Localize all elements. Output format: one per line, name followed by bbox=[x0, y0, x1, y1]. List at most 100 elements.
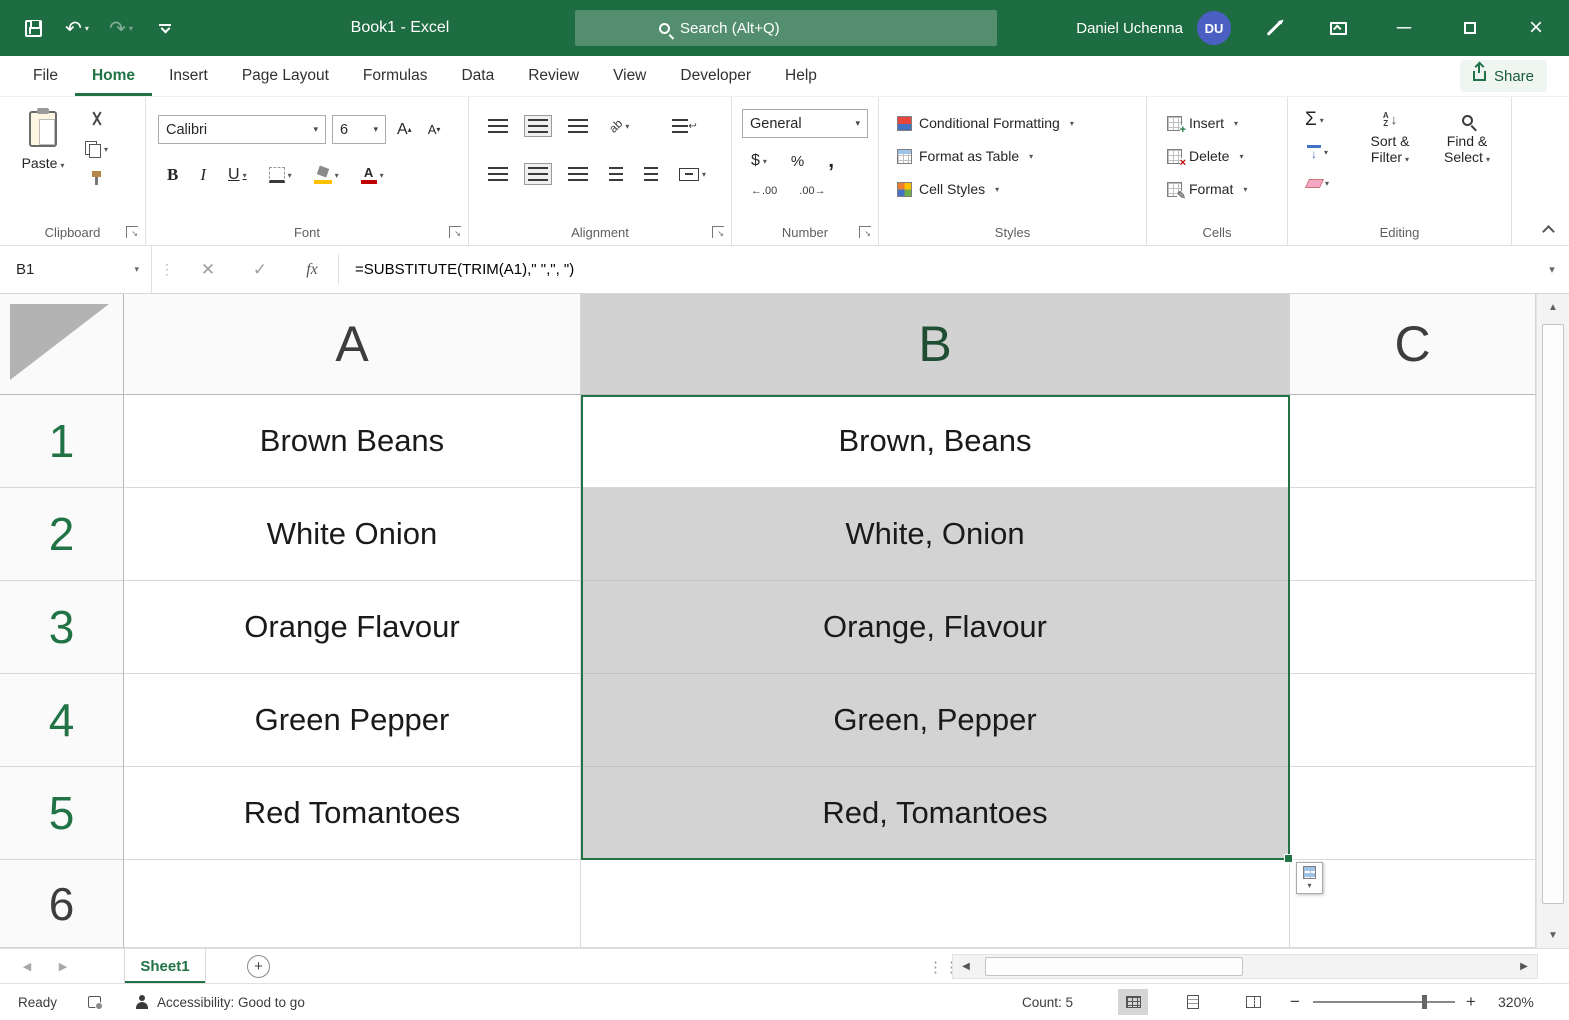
row-header-5[interactable]: 5 bbox=[0, 767, 124, 860]
row-header-6[interactable]: 6 bbox=[0, 860, 124, 948]
cell-C4[interactable] bbox=[1290, 674, 1536, 767]
cell-A5[interactable]: Red Tomantoes bbox=[124, 767, 581, 860]
tab-page-layout[interactable]: Page Layout bbox=[225, 56, 346, 96]
font-name-combobox[interactable]: Calibri bbox=[158, 115, 326, 144]
orientation-button[interactable]: ab bbox=[604, 117, 634, 135]
cell-A1[interactable]: Brown Beans bbox=[124, 395, 581, 488]
decrease-font-size-button[interactable]: A bbox=[423, 120, 446, 139]
font-color-button[interactable]: A bbox=[356, 164, 389, 186]
column-header-C[interactable]: C bbox=[1290, 294, 1536, 395]
close-button[interactable]: × bbox=[1503, 0, 1569, 56]
tab-insert[interactable]: Insert bbox=[152, 56, 225, 96]
cell-C2[interactable] bbox=[1290, 488, 1536, 581]
formula-input[interactable]: =SUBSTITUTE(TRIM(A1)," ",", ") bbox=[339, 246, 1535, 293]
share-button[interactable]: Share bbox=[1460, 60, 1547, 92]
row-header-1[interactable]: 1 bbox=[0, 395, 124, 488]
zoom-slider-track[interactable] bbox=[1313, 1001, 1455, 1003]
redo-button[interactable]: ↷▾ bbox=[102, 8, 140, 48]
zoom-out-button[interactable]: − bbox=[1290, 984, 1300, 1020]
font-size-combobox[interactable]: 6 bbox=[332, 115, 386, 144]
cell-B1[interactable]: Brown, Beans bbox=[581, 395, 1290, 488]
maximize-button[interactable] bbox=[1437, 0, 1503, 56]
sheet-tab-sheet1[interactable]: Sheet1 bbox=[124, 949, 206, 984]
vertical-scrollbar-thumb[interactable] bbox=[1542, 324, 1564, 904]
column-header-A[interactable]: A bbox=[124, 294, 581, 395]
underline-button[interactable]: U bbox=[223, 164, 252, 186]
increase-indent-button[interactable] bbox=[639, 165, 663, 183]
row-header-3[interactable]: 3 bbox=[0, 581, 124, 674]
cell-B2[interactable]: White, Onion bbox=[581, 488, 1290, 581]
formula-bar-expand-button[interactable]: ▾ bbox=[1535, 246, 1569, 293]
tab-help[interactable]: Help bbox=[768, 56, 834, 96]
minimize-button[interactable]: ─ bbox=[1371, 0, 1437, 56]
cell-A6[interactable] bbox=[124, 860, 581, 948]
avatar[interactable]: DU bbox=[1197, 11, 1231, 45]
top-align-button[interactable] bbox=[483, 117, 513, 135]
number-format-combobox[interactable]: General bbox=[742, 109, 868, 138]
conditional-formatting-button[interactable]: Conditional Formatting bbox=[891, 109, 1080, 137]
autofill-options-button[interactable]: ▾ bbox=[1296, 862, 1323, 894]
cell-A3[interactable]: Orange Flavour bbox=[124, 581, 581, 674]
clipboard-dialog-launcher[interactable]: ↘ bbox=[126, 226, 138, 238]
tab-home[interactable]: Home bbox=[75, 56, 152, 96]
cell-C3[interactable] bbox=[1290, 581, 1536, 674]
new-sheet-button[interactable]: + bbox=[247, 955, 270, 978]
scroll-right-button[interactable]: ▶ bbox=[1511, 955, 1537, 978]
wrap-text-button[interactable]: ↩ bbox=[667, 117, 701, 135]
insert-function-button[interactable]: fx bbox=[286, 246, 338, 293]
normal-view-button[interactable] bbox=[1118, 989, 1148, 1015]
delete-cells-button[interactable]: ×Delete bbox=[1161, 142, 1249, 170]
bold-button[interactable]: B bbox=[162, 163, 183, 187]
scroll-left-button[interactable]: ◀ bbox=[953, 955, 979, 978]
center-button[interactable] bbox=[524, 163, 552, 185]
tab-data[interactable]: Data bbox=[444, 56, 511, 96]
decrease-decimal-button[interactable]: .00→ bbox=[794, 183, 830, 199]
copy-button[interactable] bbox=[80, 139, 113, 159]
merge-center-button[interactable] bbox=[674, 166, 711, 183]
tab-review[interactable]: Review bbox=[511, 56, 596, 96]
cut-button[interactable] bbox=[80, 109, 113, 129]
cell-A4[interactable]: Green Pepper bbox=[124, 674, 581, 767]
align-right-button[interactable] bbox=[563, 165, 593, 183]
accessibility-status[interactable]: Accessibility: Good to go bbox=[135, 984, 305, 1020]
comma-style-button[interactable]: , bbox=[823, 147, 839, 175]
fill-button[interactable]: ↓ bbox=[1302, 143, 1333, 161]
cell-B3[interactable]: Orange, Flavour bbox=[581, 581, 1290, 674]
fill-color-button[interactable] bbox=[309, 165, 344, 186]
cancel-button[interactable]: ✕ bbox=[182, 246, 234, 293]
vertical-scrollbar[interactable]: ▲ ▼ bbox=[1536, 294, 1569, 948]
sheet-nav-previous-button[interactable]: ◀ bbox=[12, 949, 42, 984]
select-all-corner[interactable] bbox=[0, 294, 124, 395]
alignment-dialog-launcher[interactable]: ↘ bbox=[712, 226, 724, 238]
horizontal-scrollbar[interactable]: ◀ ▶ bbox=[952, 954, 1538, 979]
save-button[interactable] bbox=[14, 8, 52, 48]
format-cells-button[interactable]: ✎Format bbox=[1161, 175, 1253, 203]
increase-font-size-button[interactable]: A bbox=[392, 119, 417, 141]
sheet-nav-next-button[interactable]: ▶ bbox=[48, 949, 78, 984]
find-select-button[interactable]: Find & Select▾ bbox=[1432, 105, 1502, 165]
macro-record-button[interactable] bbox=[88, 984, 101, 1020]
search-box[interactable]: Search (Alt+Q) bbox=[575, 10, 997, 46]
cell-styles-button[interactable]: Cell Styles bbox=[891, 175, 1005, 203]
insert-cells-button[interactable]: +Insert bbox=[1161, 109, 1244, 137]
column-header-B[interactable]: B bbox=[581, 294, 1290, 395]
inking-button[interactable] bbox=[1255, 8, 1293, 48]
zoom-in-button[interactable]: + bbox=[1466, 984, 1476, 1020]
cell-C6[interactable] bbox=[1290, 860, 1536, 948]
scroll-up-button[interactable]: ▲ bbox=[1537, 294, 1569, 320]
qat-customize-button[interactable] bbox=[146, 8, 184, 48]
cell-C1[interactable] bbox=[1290, 395, 1536, 488]
collapse-ribbon-button[interactable] bbox=[1542, 225, 1555, 238]
tab-developer[interactable]: Developer bbox=[663, 56, 768, 96]
ribbon-display-options-button[interactable] bbox=[1319, 8, 1357, 48]
tab-formulas[interactable]: Formulas bbox=[346, 56, 445, 96]
cell-B5[interactable]: Red, Tomantoes bbox=[581, 767, 1290, 860]
zoom-slider-thumb[interactable] bbox=[1422, 995, 1427, 1009]
name-box[interactable]: B1 bbox=[0, 246, 152, 293]
page-layout-view-button[interactable] bbox=[1178, 989, 1208, 1015]
row-header-2[interactable]: 2 bbox=[0, 488, 124, 581]
row-header-4[interactable]: 4 bbox=[0, 674, 124, 767]
enter-button[interactable]: ✓ bbox=[234, 246, 286, 293]
italic-button[interactable]: I bbox=[195, 163, 211, 187]
number-dialog-launcher[interactable]: ↘ bbox=[859, 226, 871, 238]
